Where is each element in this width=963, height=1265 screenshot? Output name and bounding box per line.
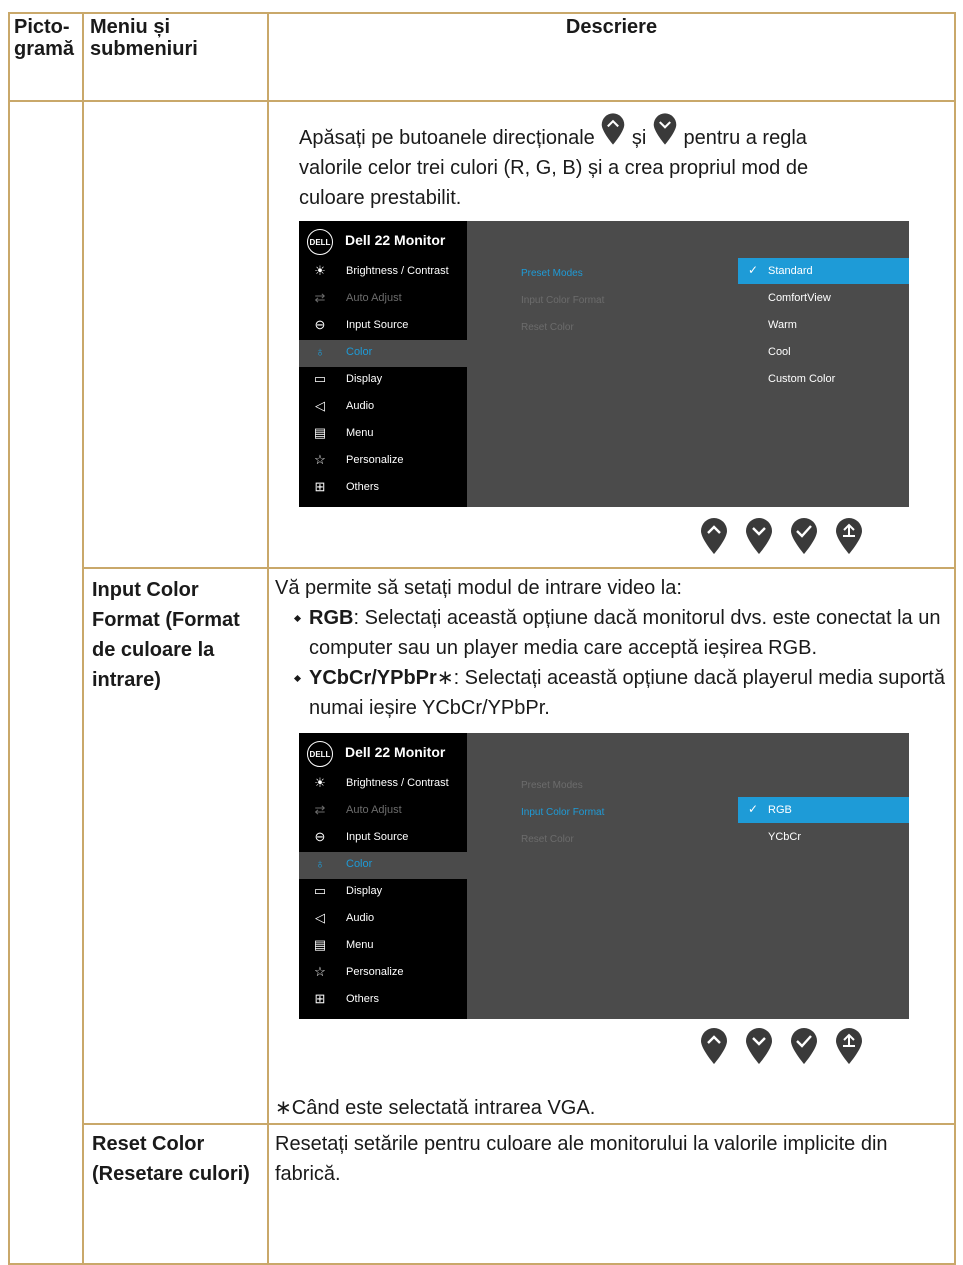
- dell-logo: DELL: [307, 741, 333, 767]
- input-color-format-label: Input Color Format (Format de culoare la…: [92, 579, 240, 691]
- osd-option-ycbcr[interactable]: YCbCr: [738, 824, 909, 850]
- audio-icon: ◁: [315, 398, 325, 413]
- osd-item-audio[interactable]: ◁ Audio: [299, 394, 467, 421]
- bullet-rgb: RGB: Selectați această opțiune dacă moni…: [275, 603, 948, 663]
- brightness-icon: ☀: [314, 775, 326, 790]
- row2-text: Vă permite să setați modul de intrare vi…: [269, 569, 954, 723]
- footnote-vga: ∗Când este selectată intrarea VGA.: [275, 1097, 596, 1119]
- menu-cell-empty: [82, 100, 269, 569]
- input-source-icon: ⊖: [314, 317, 326, 332]
- header-pictogram: Picto- gramă: [8, 12, 84, 102]
- row1-line1b: pentru a regla: [683, 127, 807, 149]
- star-icon: ☆: [314, 964, 326, 979]
- osd-screenshot-color: DELL Dell 22 Monitor ☀ Brightness / Contr…: [299, 221, 909, 507]
- row2-intro: Vă permite să setați modul de intrare vi…: [275, 577, 682, 599]
- up-button-icon[interactable]: [699, 517, 729, 555]
- osd-item-input-source[interactable]: ⊖ Input Source: [299, 313, 467, 340]
- osd-item-brightness[interactable]: ☀ Brightness / Contrast: [299, 259, 467, 286]
- osd-submenu-reset-color[interactable]: Reset Color: [521, 322, 574, 333]
- audio-icon: ◁: [315, 910, 325, 925]
- osd-item-display[interactable]: ▭ Display: [299, 879, 467, 906]
- osd-title: Dell 22 Monitor: [345, 744, 446, 760]
- check-icon: ✓: [748, 802, 759, 816]
- osd-item-auto-adjust[interactable]: ⇄ Auto Adjust: [299, 286, 467, 313]
- osd-option-rgb[interactable]: ✓ RGB: [738, 797, 909, 823]
- row2-description: Vă permite să setați modul de intrare vi…: [267, 567, 956, 1125]
- osd-item-menu[interactable]: ▤ Menu: [299, 933, 467, 960]
- pictogram-cell: [8, 100, 84, 1265]
- check-button-icon[interactable]: [789, 1027, 819, 1065]
- row3-description: Resetați setările pentru culoare ale mon…: [267, 1123, 956, 1265]
- up-arrow-icon: [602, 113, 625, 145]
- osd-item-auto-adjust[interactable]: ⇄ Auto Adjust: [299, 798, 467, 825]
- osd-option-cool[interactable]: Cool: [738, 339, 909, 365]
- others-icon: ⊞: [314, 479, 326, 494]
- osd-item-display[interactable]: ▭ Display: [299, 367, 467, 394]
- check-icon: ✓: [748, 263, 759, 277]
- osd-item-brightness[interactable]: ☀ Brightness / Contrast: [299, 771, 467, 798]
- osd-item-color[interactable]: ♁ Color: [299, 852, 467, 879]
- color-icon: ♁: [315, 344, 325, 359]
- osd-item-personalize[interactable]: ☆ Personalize: [299, 448, 467, 475]
- bullet-ycbcr: YCbCr/YPbPr∗: Selectați această opțiune …: [275, 663, 948, 723]
- osd-item-color[interactable]: ♁ Color: [299, 340, 467, 367]
- osd-menu-table: Picto- gramă Meniu și submeniuri Descrie…: [8, 12, 956, 1265]
- osd-submenu-input-color-format[interactable]: Input Color Format: [521, 807, 604, 818]
- menu-icon: ▤: [313, 937, 327, 952]
- osd-buttons-1: [269, 507, 909, 559]
- osd-submenu-preset-modes[interactable]: Preset Modes: [521, 780, 583, 791]
- osd-submenu-input-color-format[interactable]: Input Color Format: [521, 295, 604, 306]
- osd-option-standard[interactable]: ✓ Standard: [738, 258, 909, 284]
- display-icon: ▭: [313, 883, 327, 898]
- auto-adjust-icon: ⇄: [314, 290, 326, 305]
- others-icon: ⊞: [314, 991, 326, 1006]
- brightness-icon: ☀: [314, 263, 326, 278]
- osd-option-warm[interactable]: Warm: [738, 312, 909, 338]
- osd-item-others[interactable]: ⊞ Others: [299, 987, 467, 1014]
- row1-line2: valorile celor trei culori (R, G, B) și …: [299, 157, 809, 179]
- osd-item-others[interactable]: ⊞ Others: [299, 475, 467, 502]
- osd-item-audio[interactable]: ◁ Audio: [299, 906, 467, 933]
- color-icon: ♁: [315, 856, 325, 871]
- osd-submenu-preset-modes[interactable]: Preset Modes: [521, 268, 583, 279]
- input-source-icon: ⊖: [314, 829, 326, 844]
- row1-line3: culoare prestabilit.: [299, 187, 462, 209]
- back-button-icon[interactable]: [834, 1027, 864, 1065]
- osd-item-input-source[interactable]: ⊖ Input Source: [299, 825, 467, 852]
- display-icon: ▭: [313, 371, 327, 386]
- osd-item-personalize[interactable]: ☆ Personalize: [299, 960, 467, 987]
- osd-option-custom-color[interactable]: Custom Color: [738, 366, 909, 392]
- menu-cell-input-color-format: Input Color Format (Format de culoare la…: [82, 567, 269, 1125]
- osd-option-comfortview[interactable]: ComfortView: [738, 285, 909, 311]
- down-button-icon[interactable]: [744, 1027, 774, 1065]
- header-menu: Meniu și submeniuri: [82, 12, 269, 102]
- star-icon: ☆: [314, 452, 326, 467]
- row1-and: și: [631, 127, 647, 149]
- osd-buttons-2: [269, 1019, 909, 1071]
- up-button-icon[interactable]: [699, 1027, 729, 1065]
- osd-screenshot-input-color: DELL Dell 22 Monitor ☀ Brightness / Contr…: [299, 733, 909, 1019]
- menu-icon: ▤: [313, 425, 327, 440]
- check-button-icon[interactable]: [789, 517, 819, 555]
- dell-logo: DELL: [307, 229, 333, 255]
- osd-title: Dell 22 Monitor: [345, 232, 446, 248]
- reset-color-label: Reset Color (Resetare culori): [92, 1133, 250, 1185]
- row1-text: Apăsați pe butoanele direcționale și pen…: [269, 102, 954, 213]
- down-arrow-icon: [653, 113, 677, 145]
- osd-submenu-reset-color[interactable]: Reset Color: [521, 834, 574, 845]
- page: Picto- gramă Meniu și submeniuri Descrie…: [0, 0, 963, 1265]
- down-button-icon[interactable]: [744, 517, 774, 555]
- header-description: Descriere: [267, 12, 956, 102]
- row1-line1a: Apăsați pe butoanele direcționale: [299, 127, 595, 149]
- menu-cell-reset-color: Reset Color (Resetare culori): [82, 1123, 269, 1265]
- auto-adjust-icon: ⇄: [314, 802, 326, 817]
- row1-description: Apăsați pe butoanele direcționale și pen…: [267, 100, 956, 569]
- back-button-icon[interactable]: [834, 517, 864, 555]
- osd-item-menu[interactable]: ▤ Menu: [299, 421, 467, 448]
- reset-color-text: Resetați setările pentru culoare ale mon…: [275, 1133, 888, 1185]
